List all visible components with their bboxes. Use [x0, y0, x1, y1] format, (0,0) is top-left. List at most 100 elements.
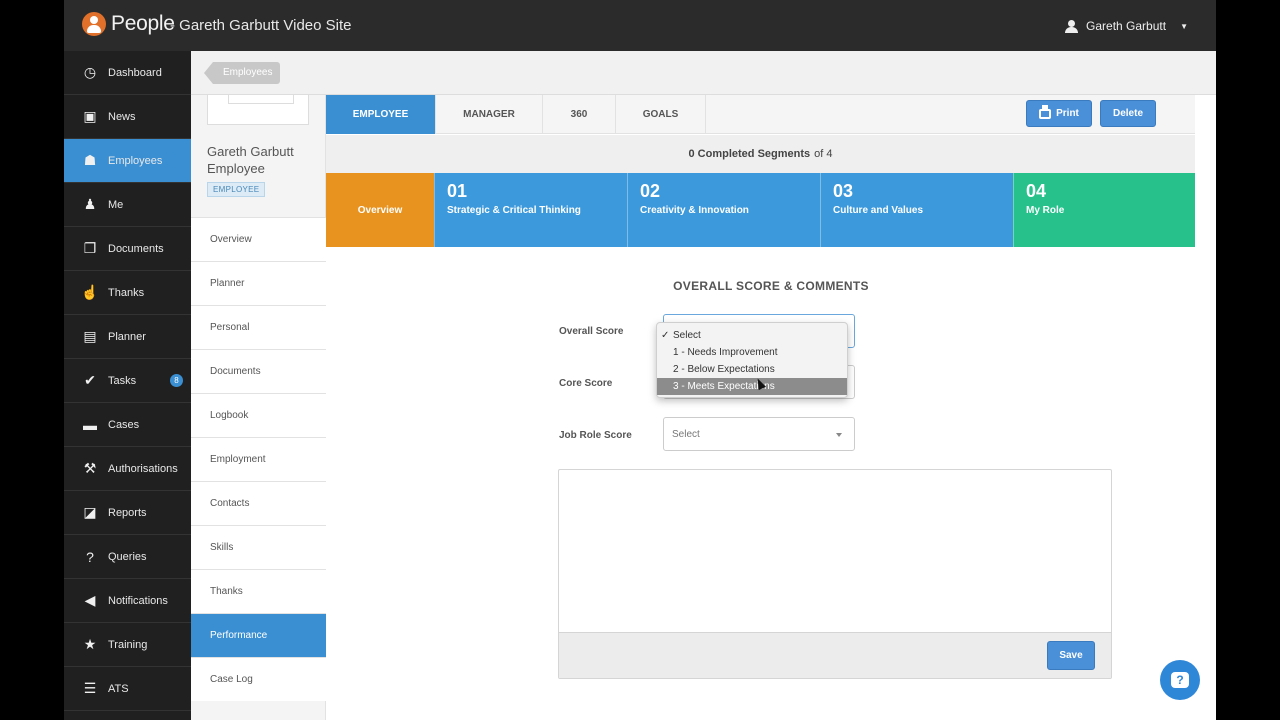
breadcrumb-bar: Employees [191, 51, 1216, 95]
comments-footer: Save [559, 632, 1111, 678]
sidebar-item-label: Reports [108, 506, 147, 519]
tab-manager[interactable]: MANAGER [436, 95, 543, 134]
thumbs-up-icon: ☝ [81, 284, 99, 300]
dropdown-option[interactable]: 1 - Needs Improvement [657, 344, 847, 361]
sidebar-item-queries[interactable]: ? Queries [64, 535, 191, 579]
sidebar-item-reports[interactable]: ◪ Reports [64, 491, 191, 535]
job-role-score-select[interactable]: Select [663, 417, 855, 451]
tab-employee[interactable]: EMPLOYEE [326, 95, 436, 134]
segment-number: 02 [640, 181, 661, 201]
top-bar: People - Gareth Garbutt Video Site Garet… [64, 0, 1216, 51]
dropdown-option[interactable]: 2 - Below Expectations [657, 361, 847, 378]
segment-tile-overview[interactable]: Overview [326, 173, 434, 247]
sidebar-item-label: ATS [108, 682, 129, 695]
sidebar-item-training[interactable]: ★ Training [64, 623, 191, 667]
profile-menu-case-log[interactable]: Case Log [191, 657, 326, 701]
sidebar-item-label: Cases [108, 418, 140, 431]
segment-label: My Role [1026, 205, 1065, 216]
overall-score-dropdown: Select1 - Needs Improvement2 - Below Exp… [656, 322, 848, 398]
employee-profile-panel: Gareth Garbutt Employee EMPLOYEE Overvie… [191, 95, 326, 720]
dropdown-option[interactable]: 3 - Meets Expectations [657, 378, 847, 395]
role-badge: EMPLOYEE [207, 182, 266, 197]
sidebar-item-label: Me [108, 198, 124, 211]
segment-tiles: Overview 01 Strategic & Critical Thinking 0… [326, 173, 1195, 247]
profile-menu-logbook[interactable]: Logbook [191, 393, 326, 437]
sidebar-item-cases[interactable]: ▬ Cases [64, 403, 191, 447]
segment-label: Creativity & Innovation [640, 205, 749, 216]
employee-name: Gareth Garbutt Employee [207, 144, 294, 176]
job-role-score-value: Select [672, 428, 700, 440]
job-role-score-label: Job Role Score [559, 430, 632, 441]
sidebar-item-authorisations[interactable]: ⚒ Authorisations [64, 447, 191, 491]
sidebar-item-planner[interactable]: ▤ Planner [64, 315, 191, 359]
completed-count: 0 Completed Segments [688, 148, 811, 160]
question-icon: ? [86, 548, 94, 565]
sidebar-item-label: Employees [108, 154, 163, 167]
tab-goals[interactable]: GOALS [616, 95, 706, 134]
delete-button[interactable]: Delete [1100, 100, 1156, 127]
brand-name[interactable]: People [111, 12, 175, 36]
sidebar-item-ats[interactable]: ☰ ATS [64, 667, 191, 711]
sidebar-item-documents[interactable]: ❐ Documents [64, 227, 191, 271]
tasks-count-badge: 8 [170, 374, 183, 387]
sidebar-item-label: Training [108, 638, 148, 651]
sidebar-item-tasks[interactable]: ✔ Tasks 8 [64, 359, 191, 403]
profile-menu-thanks[interactable]: Thanks [191, 569, 326, 613]
tab-360[interactable]: 360 [543, 95, 616, 134]
segment-tile-01[interactable]: 01 Strategic & Critical Thinking [434, 173, 627, 247]
segment-tile-02[interactable]: 02 Creativity & Innovation [627, 173, 820, 247]
completed-segments: 0 Completed Segments of 4 [326, 135, 1195, 173]
profile-menu-skills[interactable]: Skills [191, 525, 326, 569]
segment-label: Culture and Values [833, 205, 924, 216]
profile-menu-documents[interactable]: Documents [191, 349, 326, 393]
profile-photo [207, 95, 309, 125]
dropdown-option[interactable]: Select [657, 327, 847, 344]
sidebar-item-label: Planner [108, 330, 146, 343]
breadcrumb-employees[interactable]: Employees [203, 62, 281, 84]
chevron-down-icon [836, 433, 842, 437]
briefcase-icon: ▬ [83, 416, 97, 433]
segment-tile-04[interactable]: 04 My Role [1013, 173, 1195, 247]
profile-menu-contacts[interactable]: Contacts [191, 481, 326, 525]
sidebar-item-label: Documents [108, 242, 164, 255]
user-name: Gareth Garbutt [1086, 19, 1167, 33]
performance-main: EMPLOYEE MANAGER 360 GOALS Print Delete … [326, 95, 1216, 720]
sidebar-item-news[interactable]: ▣ News [64, 95, 191, 139]
help-chat-icon[interactable]: ? [1160, 660, 1200, 700]
app-window: People - Gareth Garbutt Video Site Garet… [64, 0, 1216, 720]
printer-icon [1039, 104, 1052, 119]
completed-total: of 4 [814, 148, 833, 160]
user-menu[interactable]: Gareth Garbutt ▼ [1065, 19, 1188, 33]
profile-menu: Overview Planner Personal Documents Logbook E… [191, 217, 326, 701]
dashboard-icon: ◷ [83, 64, 97, 80]
profile-menu-employment[interactable]: Employment [191, 437, 326, 481]
profile-menu-planner[interactable]: Planner [191, 261, 326, 305]
section-title: OVERALL SCORE & COMMENTS [673, 279, 869, 293]
sidebar-item-thanks[interactable]: ☝ Thanks [64, 271, 191, 315]
chevron-down-icon: ▼ [1180, 21, 1188, 31]
profile-menu-personal[interactable]: Personal [191, 305, 326, 349]
comments-box[interactable]: Save [558, 469, 1112, 679]
people-icon: ☗ [83, 152, 97, 168]
print-label: Print [1056, 108, 1079, 119]
people-logo-icon[interactable] [82, 12, 106, 36]
documents-icon: ❐ [83, 240, 97, 256]
gavel-icon: ⚒ [83, 460, 97, 476]
print-button[interactable]: Print [1026, 100, 1092, 127]
sidebar-item-label: Thanks [108, 286, 145, 299]
segment-label: Strategic & Critical Thinking [447, 205, 581, 216]
segment-label: Overview [357, 205, 403, 216]
segment-tile-03[interactable]: 03 Culture and Values [820, 173, 1013, 247]
planner-icon: ▤ [83, 328, 97, 344]
sidebar-item-me[interactable]: ♟ Me [64, 183, 191, 227]
tv-icon: ▣ [83, 108, 97, 124]
profile-menu-performance[interactable]: Performance [191, 613, 326, 657]
segment-number: 03 [833, 181, 854, 201]
star-icon: ★ [83, 636, 97, 652]
sidebar-item-notifications[interactable]: ◀ Notifications [64, 579, 191, 623]
core-score-label: Core Score [559, 378, 613, 389]
sidebar-item-dashboard[interactable]: ◷ Dashboard [64, 51, 191, 95]
profile-menu-overview[interactable]: Overview [191, 217, 326, 261]
save-button[interactable]: Save [1047, 641, 1095, 670]
sidebar-item-employees[interactable]: ☗ Employees [64, 139, 191, 183]
